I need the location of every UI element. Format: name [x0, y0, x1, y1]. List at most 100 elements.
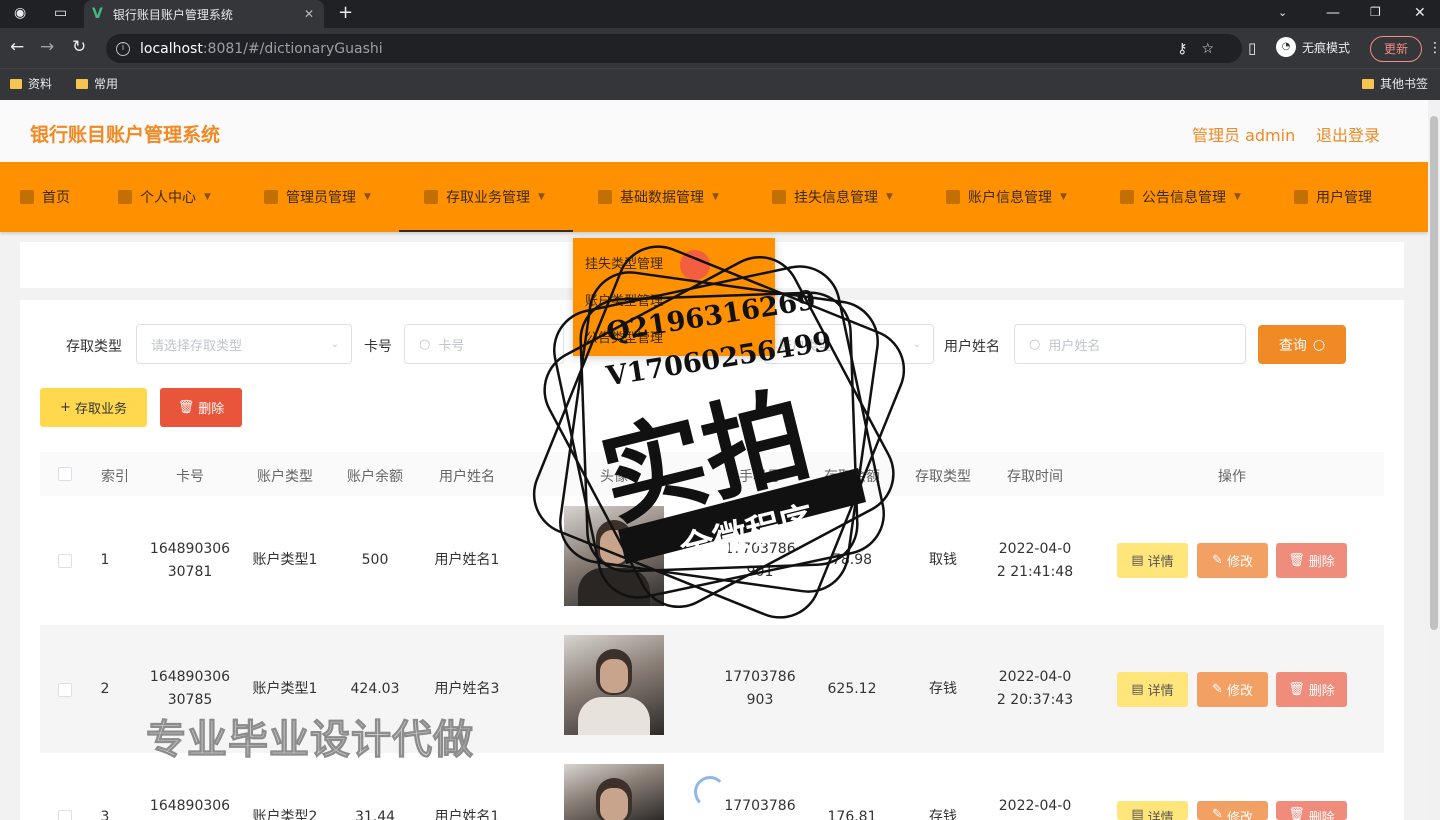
- chevron-down-icon: ▼: [1234, 192, 1241, 202]
- detail-button[interactable]: ▤ 详情: [1117, 672, 1188, 707]
- menu-kebab-icon[interactable]: ⋮: [1428, 40, 1440, 56]
- col-card: 卡号: [176, 469, 204, 485]
- reload-icon[interactable]: ↻: [72, 37, 86, 57]
- delete-button[interactable]: 🗑 删除: [1276, 672, 1347, 707]
- nav-notice-mgmt[interactable]: 公告信息管理 ▼: [1120, 162, 1241, 232]
- row-checkbox[interactable]: [58, 554, 72, 568]
- url-host: localhost: [140, 40, 203, 57]
- avatar: [564, 635, 664, 735]
- trash-icon: 🗑: [177, 400, 195, 415]
- cell-name: 用户姓名3: [434, 681, 500, 697]
- close-tab-icon[interactable]: ✕: [304, 7, 314, 21]
- logout-link[interactable]: 退出登录: [1316, 122, 1380, 146]
- chevron-down-icon: ▼: [1060, 192, 1067, 202]
- edit-button[interactable]: ✎ 修改: [1197, 672, 1268, 707]
- cell-phone: 17703786 903: [724, 669, 796, 708]
- card-input[interactable]: ○ 卡号: [404, 324, 564, 364]
- incognito-label: 无痕模式: [1302, 40, 1351, 55]
- delete-button[interactable]: 🗑 删除: [1276, 543, 1347, 578]
- col-acc-type: 账户类型: [257, 469, 313, 485]
- type-select[interactable]: 请选择存取类型 ⌄: [136, 324, 352, 364]
- flag-icon: [1120, 190, 1134, 204]
- window-icon[interactable]: ▭: [54, 5, 67, 21]
- cell-name: 用户姓名1: [434, 809, 500, 820]
- type-label: 存取类型: [66, 339, 122, 355]
- cell-acc-type: 账户类型2: [252, 809, 318, 820]
- detail-button[interactable]: ▤ 详情: [1117, 543, 1188, 578]
- search-button[interactable]: 查询 ○: [1258, 325, 1346, 364]
- back-icon[interactable]: ←: [10, 37, 24, 57]
- nav-profile[interactable]: 个人中心 ▼: [118, 162, 211, 232]
- users-icon: [1294, 190, 1308, 204]
- user-label: 用户姓名: [944, 339, 1000, 355]
- edit-button[interactable]: ✎ 修改: [1197, 543, 1268, 578]
- browser-tab[interactable]: V 银行账目账户管理系统 ✕: [84, 0, 324, 28]
- row-checkbox[interactable]: [58, 810, 72, 820]
- key-star-icons[interactable]: ⚷☆: [1177, 41, 1228, 57]
- other-bookmarks[interactable]: 其他书签: [1362, 75, 1428, 92]
- search-icon: ○: [1029, 336, 1041, 352]
- col-phone: 手机号: [739, 469, 781, 485]
- new-tab-icon[interactable]: +: [338, 2, 353, 23]
- nav-loss-report-mgmt[interactable]: 挂失信息管理 ▼: [772, 162, 893, 232]
- bar-chart-icon: [424, 190, 438, 204]
- row-checkbox[interactable]: [58, 683, 72, 697]
- chevron-down-icon: ▼: [886, 192, 893, 202]
- trash-icon: 🗑: [1288, 553, 1305, 568]
- cell-time: 2022-04-0 2 20:37:43: [996, 669, 1074, 708]
- edit-icon: ✎: [1212, 682, 1223, 697]
- minimize-icon[interactable]: —: [1326, 5, 1340, 21]
- restore-icon[interactable]: ❐: [1370, 5, 1381, 19]
- edit-button[interactable]: ✎ 修改: [1197, 801, 1268, 820]
- sidebar-icon[interactable]: ▯: [1248, 39, 1256, 57]
- chevron-down-icon: ▼: [538, 192, 545, 202]
- incognito-indicator[interactable]: ◔ 无痕模式: [1276, 37, 1350, 57]
- detail-button[interactable]: ▤ 详情: [1117, 801, 1188, 820]
- col-name: 用户姓名: [439, 469, 495, 485]
- dropdown-item-account-type[interactable]: 账户类型管理: [585, 290, 663, 309]
- delete-button[interactable]: 🗑 删除: [1276, 801, 1347, 820]
- search-icon: ○: [1312, 336, 1326, 353]
- cell-phone: 17703786: [724, 798, 796, 814]
- account-type-select[interactable]: 账户类型 ⌄: [764, 324, 934, 364]
- bookmark-folder-2[interactable]: 常用: [76, 75, 118, 92]
- nav-user-mgmt[interactable]: 用户管理: [1294, 162, 1372, 232]
- nav-home[interactable]: 首页: [20, 162, 70, 232]
- bookmark-folder-1[interactable]: 资料: [10, 75, 52, 92]
- main-nav: 首页 个人中心 ▼ 管理员管理 ▼ 存取业务管理 ▼ 基础数据管理 ▼ 挂失信息管理 ▼ …: [0, 162, 1428, 232]
- cell-op-type: 取钱: [929, 552, 957, 568]
- user-icon: [118, 190, 132, 204]
- cell-index: 1: [100, 552, 110, 568]
- cell-name: 用户姓名1: [434, 552, 500, 568]
- bulk-delete-button[interactable]: 🗑 删除: [160, 388, 242, 427]
- nav-account-mgmt[interactable]: 账户信息管理 ▼: [946, 162, 1067, 232]
- document-icon: ▤: [1131, 682, 1144, 697]
- user-input[interactable]: ○ 用户姓名: [1014, 324, 1246, 364]
- pointer-cursor-icon: [680, 250, 710, 280]
- forward-icon[interactable]: →: [40, 37, 54, 57]
- close-window-icon[interactable]: ✕: [1414, 5, 1426, 21]
- add-button[interactable]: + 存取业务: [40, 388, 147, 427]
- cell-phone: 17703786 901: [724, 541, 796, 580]
- select-all-checkbox[interactable]: [58, 467, 72, 481]
- url-input[interactable]: i localhost:8081/#/dictionaryGuashi ⚷☆: [106, 34, 1242, 63]
- chevron-down-icon: ⌄: [330, 338, 339, 350]
- nav-deposit-mgmt[interactable]: 存取业务管理 ▼: [424, 162, 545, 232]
- col-actions: 操作: [1218, 469, 1246, 485]
- avatar: [564, 764, 664, 820]
- update-button[interactable]: 更新: [1370, 36, 1422, 62]
- tab-search-icon[interactable]: ⌄: [1278, 6, 1287, 19]
- scrollbar-thumb[interactable]: [1430, 116, 1438, 630]
- chevron-down-icon: ▼: [364, 192, 371, 202]
- site-info-icon[interactable]: i: [116, 41, 130, 56]
- chevron-down-icon: ▼: [712, 192, 719, 202]
- trash-icon: 🗑: [1288, 682, 1305, 697]
- nav-base-data-mgmt[interactable]: 基础数据管理 ▼: [598, 162, 719, 232]
- globe-icon[interactable]: ◉: [14, 5, 26, 21]
- dropdown-item-loss-type[interactable]: 挂失类型管理: [585, 253, 663, 272]
- cell-card: 164890306: [149, 798, 231, 814]
- dropdown-item-notice-type[interactable]: 公告类型管理: [585, 327, 663, 346]
- cell-time: 2022-04-0 2 21:41:48: [996, 541, 1074, 580]
- nav-admin-mgmt[interactable]: 管理员管理 ▼: [264, 162, 371, 232]
- cell-time: 2022-04-0: [998, 798, 1072, 814]
